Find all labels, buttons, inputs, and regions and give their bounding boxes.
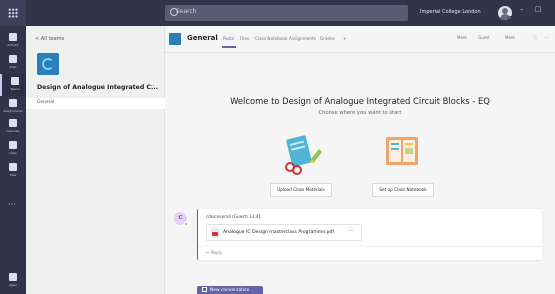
rail-item-assignments[interactable]: Assignments (0, 96, 26, 118)
post-author: cdiscoverall (Guest) 13:41 (206, 214, 262, 219)
upload-materials-illustration (285, 135, 322, 175)
presence-available-icon (508, 16, 512, 20)
welcome-title: Welcome to Design of Analogue Integrated… (230, 96, 490, 106)
active-tab-indicator (222, 46, 236, 48)
chat-icon (9, 55, 17, 63)
rail-item-apps[interactable]: Apps (0, 270, 26, 292)
app-launcher-button[interactable] (0, 0, 26, 26)
team-logo-icon (42, 58, 54, 70)
bell-icon (9, 33, 17, 41)
apps-icon (9, 273, 17, 281)
rail-item-activity[interactable]: Activity (0, 30, 26, 52)
assignments-icon (9, 99, 17, 107)
meet-button[interactable]: Meet (457, 35, 467, 40)
rail-item-calendar[interactable]: Calendar (0, 116, 26, 138)
more-options-button[interactable]: ··· (545, 35, 549, 40)
tab-class-notebook[interactable]: Class Notebook (255, 36, 287, 41)
compose-icon (202, 287, 207, 292)
tab-files[interactable]: Files (240, 36, 249, 41)
reply-button[interactable]: ↩ Reply (198, 246, 543, 260)
welcome-subtitle: Choose where you want to start (318, 110, 402, 116)
tab-grades[interactable]: Grades (320, 36, 335, 41)
maximize-button[interactable]: □ (535, 5, 542, 13)
file-attachment[interactable]: Analogue IC Design masterclass Programme… (206, 224, 362, 241)
rail-item-calls[interactable]: Calls (0, 138, 26, 160)
add-tab-button[interactable]: + (343, 36, 347, 41)
channel-team-logo (169, 33, 181, 45)
tab-posts[interactable]: Posts (223, 36, 234, 41)
channel-item-general[interactable]: General (26, 98, 165, 109)
file-name: Analogue IC Design masterclass Programme… (223, 230, 334, 235)
profile-avatar[interactable] (498, 6, 512, 20)
teams-icon (11, 77, 19, 85)
title-bar: Search Imperial College London – □ (0, 0, 555, 26)
organization-name[interactable]: Imperial College London (420, 9, 481, 15)
channel-header: General Posts Files Class Notebook Assig… (165, 26, 555, 53)
reply-label: ↩ Reply (206, 250, 223, 255)
calendar-icon (9, 119, 17, 127)
rail-item-teams[interactable]: Teams (0, 74, 26, 96)
app-bar: Activity Chat Teams Assignments Calendar… (0, 26, 26, 294)
team-logo (37, 53, 59, 75)
waffle-icon (8, 8, 18, 18)
team-panel: < All teams Design of Analogue Integrate… (26, 26, 165, 294)
channel-title: General (187, 34, 218, 42)
info-button[interactable]: ⓘ (533, 35, 537, 41)
conversation-post: cdiscoverall (Guest) 13:41 Analogue IC D… (197, 209, 543, 260)
rail-item-files[interactable]: Files (0, 160, 26, 182)
team-more-options-button[interactable]: ··· (148, 82, 155, 90)
file-more-options-button[interactable]: ··· (348, 228, 354, 235)
upload-class-materials-button[interactable]: Upload Class Materials (270, 183, 332, 197)
files-icon (9, 163, 17, 171)
minimize-button[interactable]: – (520, 5, 524, 13)
presence-available-icon (184, 222, 188, 226)
calls-icon (9, 141, 17, 149)
meet-dropdown-button[interactable]: Meet (505, 35, 515, 40)
more-apps-button[interactable]: ··· (8, 200, 16, 209)
pdf-file-icon (211, 228, 219, 238)
new-conversation-button[interactable]: New conversation (197, 286, 263, 294)
guest-button[interactable]: Guest (478, 35, 490, 40)
all-teams-link[interactable]: < All teams (35, 36, 64, 42)
tab-assignments[interactable]: Assignments (289, 36, 316, 41)
set-up-class-notebook-button[interactable]: Set up Class Notebook (372, 183, 434, 197)
class-notebook-illustration (386, 137, 418, 165)
channel-label: General (37, 100, 55, 105)
rail-item-chat[interactable]: Chat (0, 52, 26, 74)
team-name: Design of Analogue Integrated C... (37, 84, 158, 91)
search-input[interactable]: Search (165, 5, 408, 21)
